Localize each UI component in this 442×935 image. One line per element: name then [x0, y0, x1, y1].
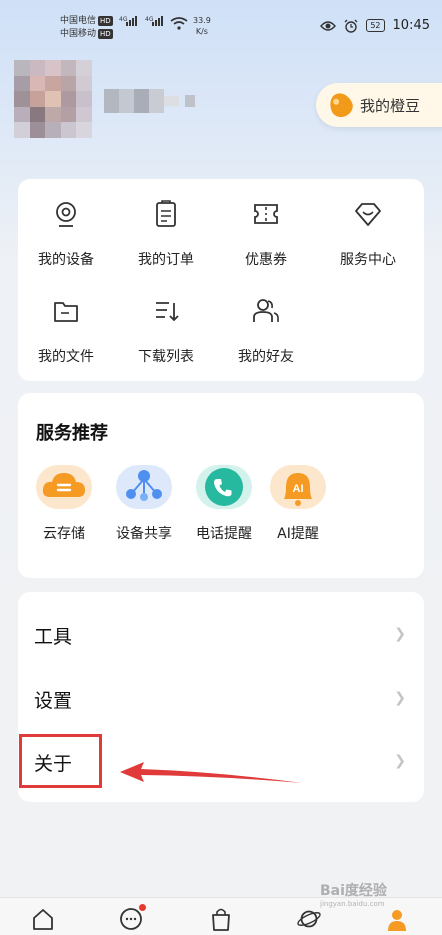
my-orders-button[interactable]: 我的订单 — [116, 199, 216, 269]
menu-item-settings[interactable]: 设置 ❯ — [18, 666, 424, 730]
menu-item-tools[interactable]: 工具 ❯ — [18, 602, 424, 666]
service-recommend-card: 服务推荐 云存储 设备共享 电话提醒 AI AI提醒 — [18, 393, 424, 578]
my-files-button[interactable]: 我的文件 — [16, 296, 116, 366]
service-center-button[interactable]: 服务中心 — [318, 199, 418, 269]
phone-reminder-button[interactable]: 电话提醒 — [184, 465, 264, 543]
annotation-arrow — [120, 762, 302, 783]
ai-reminder-icon: AI — [270, 465, 326, 509]
profile-tab-icon[interactable] — [384, 906, 410, 932]
home-tab-icon[interactable] — [30, 906, 56, 932]
my-friends-button[interactable]: 我的好友 — [216, 296, 316, 366]
orange-beans-label: 我的橙豆 — [360, 96, 421, 115]
ai-reminder-button[interactable]: AI AI提醒 — [258, 465, 338, 543]
signal-icon-2 — [152, 16, 163, 26]
carrier-1: 中国电信 HD — [60, 16, 113, 26]
status-bar: 中国电信 HD 中国移动 HD 4G 4G 33.9 K/s 52 10:45 — [0, 0, 442, 52]
wifi-icon — [170, 17, 188, 30]
coupon-ticket-icon — [254, 204, 278, 224]
download-list-icon — [156, 302, 179, 322]
notification-dot — [139, 904, 146, 911]
alarm-icon — [344, 19, 358, 33]
signal-icon-1 — [126, 16, 137, 26]
messages-tab[interactable] — [118, 904, 146, 932]
avatar[interactable] — [14, 60, 92, 138]
shopping-bag-tab-icon[interactable] — [208, 906, 234, 932]
network-speed: 33.9 K/s — [193, 16, 211, 36]
chevron-right-icon: ❯ — [394, 626, 406, 642]
chevron-right-icon: ❯ — [394, 753, 406, 769]
folder-icon — [54, 302, 78, 322]
device-share-button[interactable]: 设备共享 — [104, 465, 184, 543]
cloud-storage-button[interactable]: 云存储 — [24, 465, 104, 543]
friends-icon — [253, 299, 279, 322]
planet-discover-tab-icon[interactable] — [296, 906, 322, 932]
phone-reminder-icon — [196, 465, 252, 509]
orange-beans-button[interactable]: 我的橙豆 — [316, 83, 442, 127]
svg-text:AI: AI — [293, 483, 304, 495]
carrier-2: 中国移动 HD — [60, 29, 113, 39]
annotation-highlight-box — [19, 734, 102, 788]
clipboard-order-icon — [156, 200, 176, 227]
chevron-right-icon: ❯ — [394, 690, 406, 706]
quick-menu-card: 我的设备 我的订单 优惠券 服务中心 我的文件 下载列表 我的好友 — [18, 179, 424, 381]
username — [104, 89, 195, 113]
service-center-icon — [355, 203, 381, 226]
my-devices-button[interactable]: 我的设备 — [16, 199, 116, 269]
camera-device-icon — [56, 202, 76, 227]
section-title: 服务推荐 — [36, 423, 108, 444]
orange-bean-icon — [325, 89, 357, 121]
coupons-button[interactable]: 优惠券 — [216, 199, 316, 269]
cloud-storage-icon — [36, 465, 92, 509]
download-list-button[interactable]: 下载列表 — [116, 296, 216, 366]
clock: 10:45 — [392, 18, 430, 33]
watermark: Bai度经验 jingyan.baidu.com — [320, 883, 387, 908]
device-share-icon — [116, 465, 172, 509]
eye-icon — [320, 20, 337, 31]
battery-indicator: 52 — [366, 19, 385, 32]
